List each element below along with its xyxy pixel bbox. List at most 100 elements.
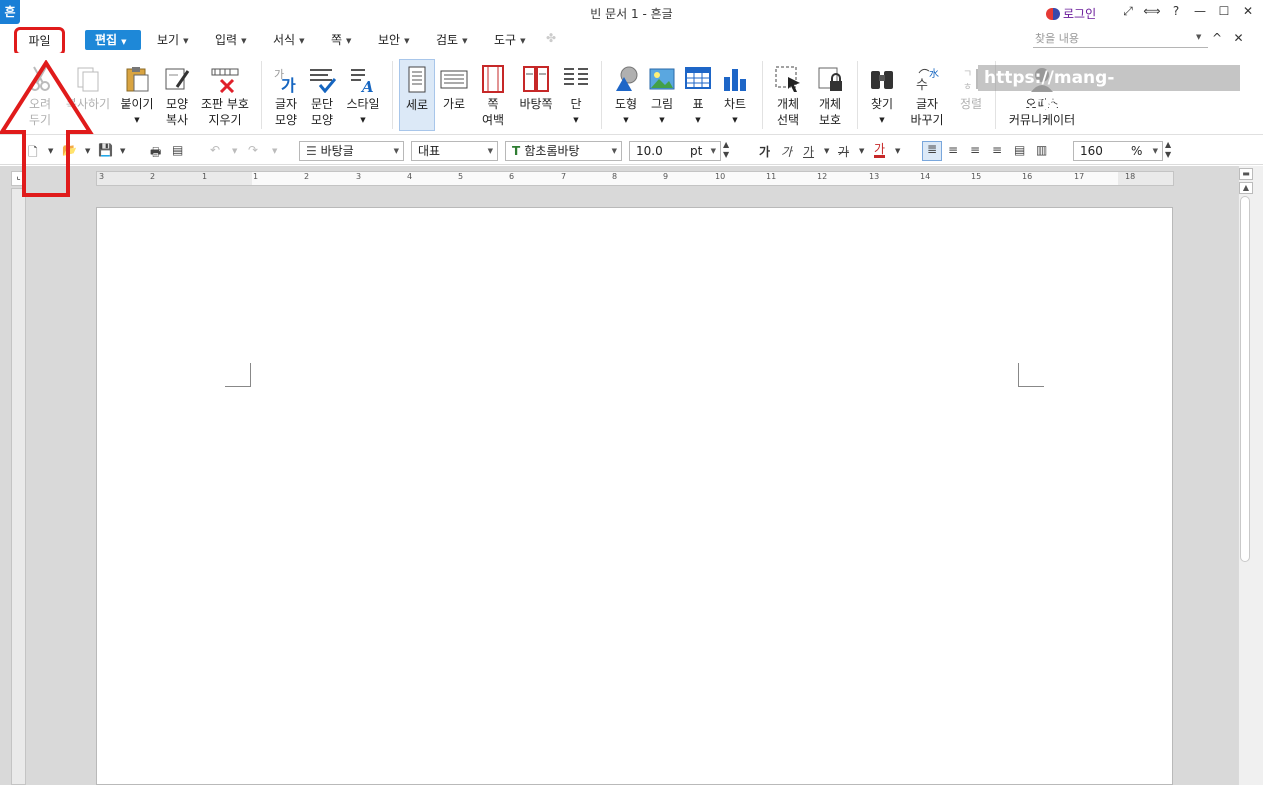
chevron-down-icon[interactable]: ▼ xyxy=(120,147,125,155)
chevron-down-icon[interactable]: ▼ xyxy=(895,147,900,155)
align-center-button[interactable]: ≡ xyxy=(970,143,980,157)
chevron-down-icon[interactable]: ▼ xyxy=(559,112,593,128)
menu-security[interactable]: 보안 ▼ xyxy=(378,31,409,48)
ruler-number: 11 xyxy=(766,172,777,181)
align-right-button[interactable]: ≡ xyxy=(992,143,1002,157)
justify-button[interactable]: ≣ xyxy=(922,141,942,161)
chevron-down-icon[interactable]: ▼ xyxy=(681,112,715,128)
minimize-icon[interactable]: — xyxy=(1188,4,1212,22)
ruler-number: 14 xyxy=(920,172,931,181)
menu-review[interactable]: 검토 ▼ xyxy=(436,31,467,48)
ribbon-separator xyxy=(392,61,393,129)
font-size-stepper[interactable]: ▲ ▼ xyxy=(723,140,729,160)
horizontal-orientation-button[interactable]: 가로 xyxy=(437,53,471,133)
extension-icon[interactable]: ✤ xyxy=(546,31,556,45)
chevron-down-icon[interactable]: ▼ xyxy=(717,112,753,128)
scroll-up-icon[interactable]: ▲ xyxy=(1239,182,1253,194)
object-select-icon xyxy=(774,65,802,93)
print-icon[interactable]: 🖶 xyxy=(150,143,161,164)
search-input[interactable]: 찾을 내용 xyxy=(1033,30,1208,48)
object-select-button[interactable]: 개체 선택 xyxy=(770,53,806,133)
chevron-down-icon[interactable]: ▼ xyxy=(342,112,384,128)
chevron-down-icon[interactable]: ▼ xyxy=(859,147,864,155)
table-button[interactable]: 표 ▼ xyxy=(681,53,715,133)
char-shape-label: 글자 모양 xyxy=(274,97,298,127)
picture-button[interactable]: 그림 ▼ xyxy=(645,53,679,133)
para-shape-button[interactable]: 문단 모양 xyxy=(304,53,340,133)
menu-input[interactable]: 입력 ▼ xyxy=(215,31,246,48)
help-icon[interactable]: ? xyxy=(1164,4,1188,22)
chevron-down-icon[interactable]: ▼ xyxy=(272,147,277,155)
paste-button[interactable]: 붙이기 ▼ xyxy=(116,53,158,133)
ribbon-separator xyxy=(601,61,602,129)
chevron-down-icon[interactable]: ▼ xyxy=(608,112,644,128)
underline-button[interactable]: 가 xyxy=(803,143,814,160)
menu-format[interactable]: 서식 ▼ xyxy=(273,31,304,48)
format-painter-icon xyxy=(163,65,191,93)
zoom-select[interactable]: 160 % ▼ xyxy=(1073,141,1163,161)
redo-icon[interactable]: ↷ xyxy=(248,143,258,157)
login-icon xyxy=(1046,7,1060,20)
menu-page[interactable]: 쪽 ▼ xyxy=(331,31,351,48)
column-button[interactable]: 단 ▼ xyxy=(559,53,593,133)
chevron-down-icon: ▼ xyxy=(404,36,410,45)
scrollbar-thumb[interactable] xyxy=(1240,196,1250,562)
chevron-down-icon[interactable]: ▼ xyxy=(865,112,899,128)
strike-button[interactable]: 가 xyxy=(838,143,849,160)
italic-button[interactable]: 가 xyxy=(781,143,792,160)
title-bar: 흔 빈 문서 1 - 흔글 로그인 ⤢ ⟺ ? — ☐ ✕ xyxy=(0,0,1263,26)
vertical-orientation-button[interactable]: 세로 xyxy=(399,59,435,131)
align-left-button[interactable]: ≡ xyxy=(948,143,958,157)
clear-marks-button[interactable]: 조판 부호 지우기 xyxy=(196,53,254,133)
horizontal-ruler[interactable]: 3 2 1 1 2 3 4 5 6 7 8 9 10 11 12 13 14 15 16 17 18 xyxy=(96,171,1174,186)
page-background-button[interactable]: 바탕쪽 xyxy=(515,53,557,133)
ruler-number: 8 xyxy=(612,172,618,181)
print-preview-icon[interactable]: ▤ xyxy=(172,143,183,157)
maximize-icon[interactable]: ☐ xyxy=(1212,4,1236,22)
shape-copy-button[interactable]: 모양 복사 xyxy=(158,53,196,133)
split-align-button[interactable]: ▥ xyxy=(1036,143,1047,157)
menu-view[interactable]: 보기 ▼ xyxy=(157,31,188,48)
chevron-down-icon[interactable]: ▼ xyxy=(1196,33,1201,41)
char-shape-button[interactable]: 가가 글자 모양 xyxy=(268,53,304,133)
bold-button[interactable]: 가 xyxy=(759,143,770,160)
collapse-ribbon-icon[interactable]: ^ xyxy=(1212,31,1222,45)
close-icon[interactable]: ✕ xyxy=(1236,4,1260,22)
distribute-button[interactable]: ▤ xyxy=(1014,143,1025,157)
object-protect-button[interactable]: 개체 보호 xyxy=(810,53,850,133)
style-select[interactable]: ☰ 바탕글 ▼ xyxy=(299,141,404,161)
zoom-stepper[interactable]: ▲ ▼ xyxy=(1165,140,1171,160)
svg-text:ㅎ: ㅎ xyxy=(963,82,972,93)
replace-button[interactable]: 수水 글자 바꾸기 xyxy=(905,53,949,133)
chevron-down-icon: ▼ xyxy=(487,147,493,155)
chart-button[interactable]: 차트 ▼ xyxy=(717,53,753,133)
ruler-number: 9 xyxy=(663,172,669,181)
font-select[interactable]: T 함초롬바탕 ▼ xyxy=(505,141,622,161)
close-doc-icon[interactable]: ✕ xyxy=(1234,31,1244,45)
document-page[interactable] xyxy=(96,207,1173,785)
vertical-ruler[interactable] xyxy=(11,188,26,785)
find-button[interactable]: 찾기 ▼ xyxy=(865,53,899,133)
page-margin-button[interactable]: 쪽 여백 xyxy=(473,53,513,133)
language-select[interactable]: 대표 ▼ xyxy=(411,141,498,161)
zoom-value: 160 xyxy=(1080,144,1103,158)
scroll-split-button[interactable]: ▬ xyxy=(1239,168,1253,180)
ribbon-toggle[interactable]: ^ ✕ xyxy=(1212,31,1244,45)
font-size-select[interactable]: 10.0 pt ▼ xyxy=(629,141,721,161)
chevron-down-icon[interactable]: ▼ xyxy=(116,112,158,128)
fit-icon[interactable]: ⟺ xyxy=(1140,4,1164,22)
undo-icon[interactable]: ↶ xyxy=(210,143,220,157)
menu-tools[interactable]: 도구 ▼ xyxy=(494,31,525,48)
chevron-down-icon[interactable]: ▼ xyxy=(645,112,679,128)
chevron-down-icon[interactable]: ▼ xyxy=(232,147,237,155)
text-color-button[interactable]: 가 xyxy=(874,143,886,158)
find-label: 찾기 xyxy=(870,97,894,111)
chevron-down-icon[interactable]: ▼ xyxy=(824,147,829,155)
chevron-down-icon: ▼ xyxy=(346,36,352,45)
login-button[interactable]: 로그인 xyxy=(1046,5,1096,22)
save-icon[interactable]: 💾 xyxy=(98,143,113,157)
shape-button[interactable]: 도형 ▼ xyxy=(608,53,644,133)
expand-icon[interactable]: ⤢ xyxy=(1116,4,1140,22)
ruler-number: 5 xyxy=(458,172,464,181)
style-button[interactable]: A 스타일 ▼ xyxy=(342,53,384,133)
